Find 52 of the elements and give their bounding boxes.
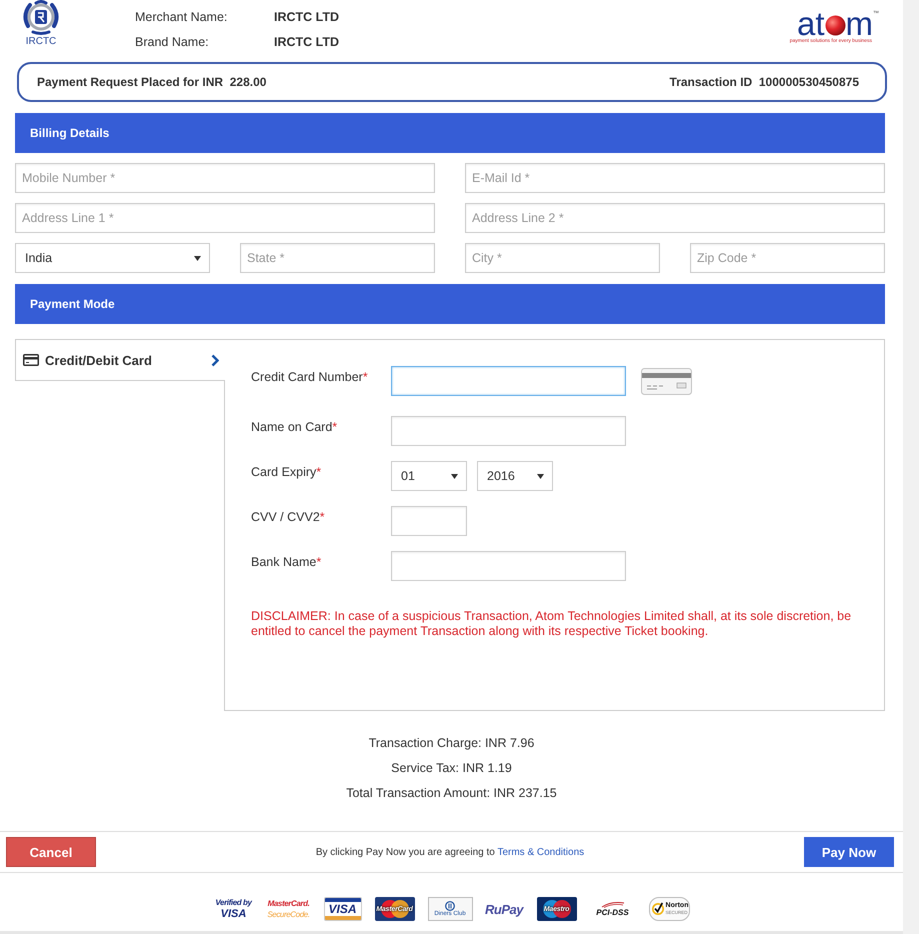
field-label: Card Expiry* (251, 464, 322, 480)
pci-dss-logo: PCI-DSS (590, 897, 636, 921)
total-line: Transaction Charge: INR 7.96 (368, 735, 534, 752)
dropdown-arrow-icon (194, 256, 201, 260)
total-line: Total Transaction Amount: INR 237.15 (346, 785, 557, 802)
terms-notice: By clicking Pay Now you are agreeing to Terms & Conditions (316, 846, 584, 858)
transaction-id-text: Transaction ID 100000530450875 (670, 75, 859, 89)
text-input-field[interactable]: Zip Code * (690, 243, 885, 273)
info-value: IRCTC LTD (274, 34, 340, 50)
disclaimer-text: DISCLAIMER: In case of a suspicious Transaction, Atom Technologies Limited shall, at its sole discretion, be entitled to cancel the payment Transaction along with its respective Ticket booking. (251, 609, 852, 639)
field-label: Name on Card* (251, 419, 338, 435)
field-label: Bank Name* (251, 554, 322, 570)
logo-wordmark: at (796, 10, 824, 38)
total-line: Service Tax: INR 1.19 (391, 760, 512, 777)
section-header: Billing Details (15, 113, 885, 153)
rupay-logo: RuPay (486, 900, 524, 919)
logo-caption: IRCTC (26, 36, 56, 47)
text-input-field[interactable]: Address Line 1 * (15, 203, 435, 233)
securecode-logo: MasterCard. SecureCode. (266, 898, 310, 921)
info-value: IRCTC LTD (274, 9, 340, 25)
text-input-field[interactable]: State * (240, 243, 435, 273)
sphere-icon (824, 15, 846, 36)
payment-method-tab[interactable]: Credit/Debit Card (15, 339, 225, 381)
credit-card-icon (23, 354, 39, 366)
logo-wordmark: m (846, 10, 873, 38)
text-input-field[interactable]: Mobile Number * (15, 163, 435, 193)
text-input-field[interactable] (391, 416, 626, 446)
dropdown-select[interactable]: India (15, 243, 210, 273)
terms-link[interactable]: Terms & Conditions (497, 846, 584, 858)
text-input-field[interactable]: City * (465, 243, 660, 273)
section-header: Payment Mode (15, 284, 885, 324)
dropdown-arrow-icon (451, 474, 458, 478)
pay-now-button[interactable]: Pay Now (804, 837, 894, 867)
dropdown-select[interactable]: 01 (391, 461, 467, 491)
short-input-field[interactable] (391, 506, 467, 536)
visa-logo: VISA (324, 897, 362, 921)
info-label: Brand Name: (135, 34, 210, 50)
text-input-field[interactable]: Address Line 2 * (465, 203, 885, 233)
field-label: CVV / CVV2* (251, 509, 326, 525)
info-label: Merchant Name: (135, 9, 228, 25)
credit-card-icon (641, 368, 692, 395)
request-amount-text: Payment Request Placed for INR 228.00 (37, 75, 266, 89)
verified-by-visa-logo: Verified by VISA (214, 897, 254, 921)
cancel-button[interactable]: Cancel (6, 837, 96, 867)
dropdown-select[interactable]: 2016 (477, 461, 553, 491)
text-input-field[interactable] (391, 551, 626, 581)
text-input-field[interactable]: E-Mail Id * (465, 163, 885, 193)
dropdown-arrow-icon (537, 474, 544, 478)
chevron-right-icon (211, 354, 219, 366)
field-label: Credit Card Number* (251, 369, 369, 385)
scrollbar-track[interactable] (903, 0, 919, 934)
card-number-field[interactable] (391, 366, 626, 396)
